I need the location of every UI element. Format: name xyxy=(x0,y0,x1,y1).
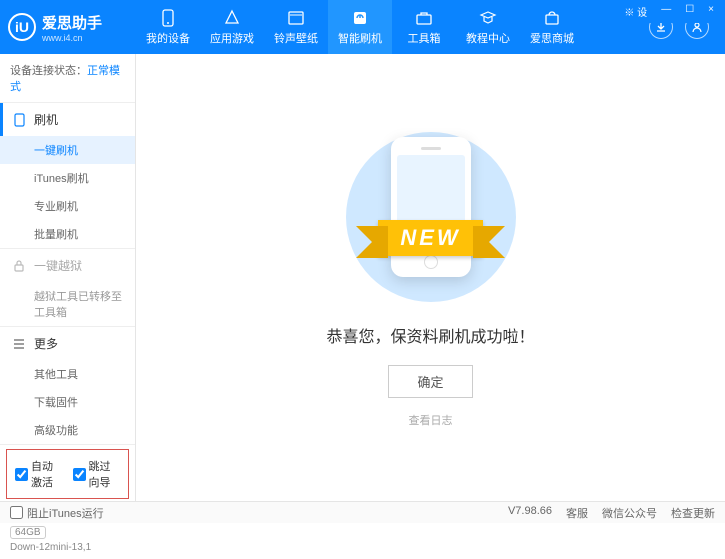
section-more-head[interactable]: 更多 xyxy=(0,327,135,360)
logo-area: iU 爱思助手 www.i4.cn xyxy=(8,12,136,43)
logo-icon: iU xyxy=(8,13,36,41)
nav-toolbox[interactable]: 工具箱 xyxy=(392,0,456,54)
section-flash-head[interactable]: 刷机 xyxy=(0,103,135,136)
window-titlebar: ※ 设 — ☐ × xyxy=(613,0,725,23)
support-link[interactable]: 客服 xyxy=(566,505,588,521)
footer: 阻止iTunes运行 V7.98.66 客服 微信公众号 检查更新 xyxy=(0,501,725,523)
nav-ringtones[interactable]: 铃声壁纸 xyxy=(264,0,328,54)
toolbox-icon xyxy=(414,8,434,28)
sidebar-item-advanced[interactable]: 高级功能 xyxy=(0,416,135,444)
jailbreak-note: 越狱工具已转移至工具箱 xyxy=(0,282,135,326)
nav-my-device[interactable]: 我的设备 xyxy=(136,0,200,54)
phone-small-icon xyxy=(12,113,26,127)
lock-icon xyxy=(12,260,26,272)
section-jailbreak: 一键越狱 越狱工具已转移至工具箱 xyxy=(0,249,135,327)
section-flash: 刷机 一键刷机 iTunes刷机 专业刷机 批量刷机 xyxy=(0,103,135,249)
wechat-link[interactable]: 微信公众号 xyxy=(602,505,657,521)
flash-icon xyxy=(350,8,370,28)
sidebar-item-other-tools[interactable]: 其他工具 xyxy=(0,360,135,388)
phone-icon xyxy=(158,8,178,28)
sidebar-item-pro[interactable]: 专业刷机 xyxy=(0,192,135,220)
menu-icon xyxy=(12,339,26,349)
view-log-link[interactable]: 查看日志 xyxy=(409,412,453,428)
nav-apps[interactable]: 应用游戏 xyxy=(200,0,264,54)
sidebar-item-oneclick[interactable]: 一键刷机 xyxy=(0,136,135,164)
sidebar-item-download-fw[interactable]: 下载固件 xyxy=(0,388,135,416)
minimize-button[interactable]: — xyxy=(658,4,674,19)
version-label: V7.98.66 xyxy=(508,505,552,521)
check-auto-activate[interactable]: 自动激活 xyxy=(15,458,63,490)
tutorial-icon xyxy=(478,8,498,28)
store-icon xyxy=(542,8,562,28)
section-jailbreak-head: 一键越狱 xyxy=(0,249,135,282)
nav-store[interactable]: 爱思商城 xyxy=(520,0,584,54)
check-update-link[interactable]: 检查更新 xyxy=(671,505,715,521)
settings-button[interactable]: ※ 设 xyxy=(621,4,650,19)
nav-flash[interactable]: 智能刷机 xyxy=(328,0,392,54)
apps-icon xyxy=(222,8,242,28)
main-nav: 我的设备 应用游戏 铃声壁纸 智能刷机 工具箱 教程中心 爱思商城 xyxy=(136,0,649,54)
body: 设备连接状态：正常模式 刷机 一键刷机 iTunes刷机 专业刷机 批量刷机 一… xyxy=(0,54,725,501)
sidebar-item-itunes[interactable]: iTunes刷机 xyxy=(0,164,135,192)
check-skip-guide[interactable]: 跳过向导 xyxy=(73,458,121,490)
block-itunes-check[interactable]: 阻止iTunes运行 xyxy=(10,505,104,521)
section-more: 更多 其他工具 下载固件 高级功能 xyxy=(0,327,135,445)
brand-name: 爱思助手 xyxy=(42,15,102,32)
nav-tutorials[interactable]: 教程中心 xyxy=(456,0,520,54)
success-message: 恭喜您，保资料刷机成功啦！ xyxy=(326,323,534,347)
new-ribbon: NEW xyxy=(378,220,482,256)
sidebar: 设备连接状态：正常模式 刷机 一键刷机 iTunes刷机 专业刷机 批量刷机 一… xyxy=(0,54,136,501)
success-illustration: NEW xyxy=(321,127,541,307)
confirm-button[interactable]: 确定 xyxy=(388,365,472,398)
footer-right: V7.98.66 客服 微信公众号 检查更新 xyxy=(508,505,715,521)
options-box: 自动激活 跳过向导 xyxy=(6,449,129,499)
connection-status: 设备连接状态：正常模式 xyxy=(0,54,135,103)
wallpaper-icon xyxy=(286,8,306,28)
maximize-button[interactable]: ☐ xyxy=(682,4,697,19)
brand-url: www.i4.cn xyxy=(42,33,102,43)
close-button[interactable]: × xyxy=(705,4,717,19)
sidebar-item-batch[interactable]: 批量刷机 xyxy=(0,220,135,248)
device-storage: 64GB xyxy=(10,526,46,539)
main-area: NEW 恭喜您，保资料刷机成功啦！ 确定 查看日志 xyxy=(136,54,725,501)
device-firmware: Down-12mini-13,1 xyxy=(10,542,125,553)
